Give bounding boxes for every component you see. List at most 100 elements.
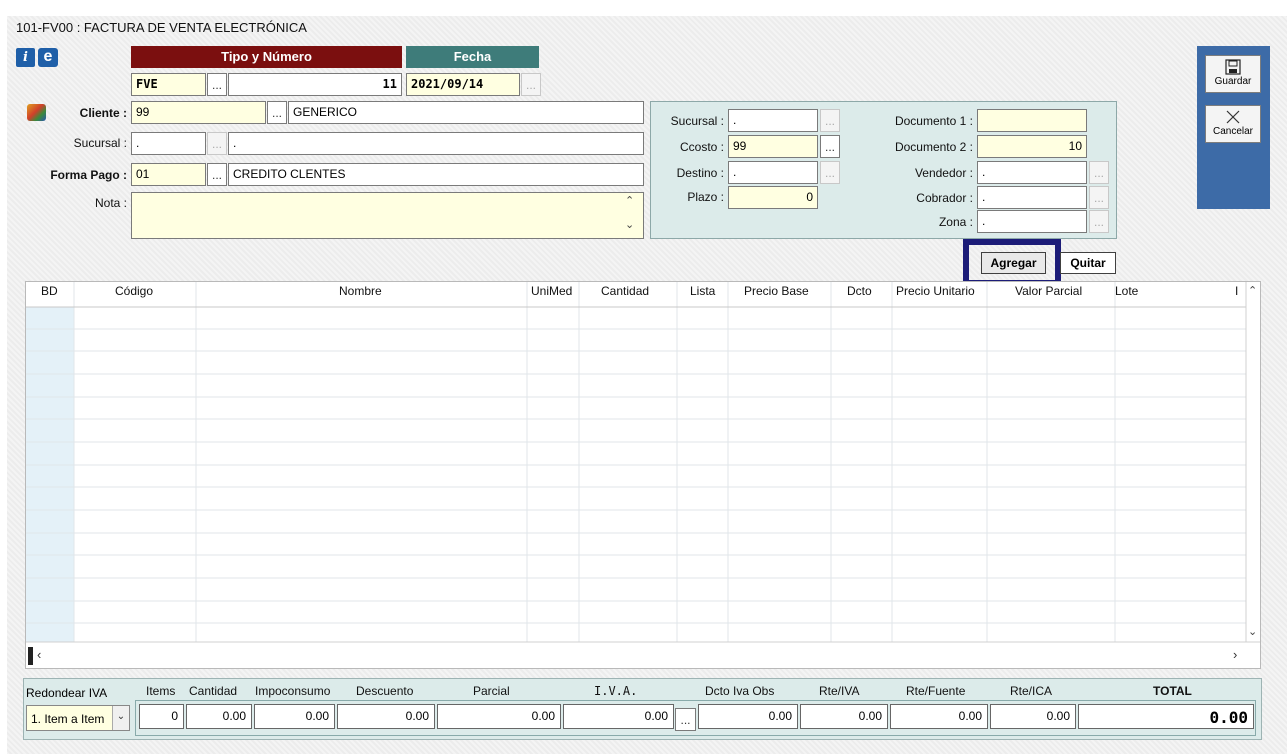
iva-detail-button[interactable]: ...: [675, 708, 696, 731]
guardar-button[interactable]: Guardar: [1205, 55, 1261, 93]
quitar-button[interactable]: Quitar: [1060, 252, 1116, 274]
zona-field[interactable]: .: [977, 210, 1087, 233]
documento2-field[interactable]: 10: [977, 135, 1087, 158]
descuento-value: 0.00: [337, 704, 435, 729]
nota-textarea[interactable]: [131, 192, 644, 239]
hscroll-thumb[interactable]: [28, 647, 33, 665]
col-dcto[interactable]: Dcto: [847, 284, 872, 298]
rte-ica-value: 0.00: [990, 704, 1076, 729]
sucursal-label: Sucursal :: [73, 136, 127, 150]
cobrador-lookup-button[interactable]: ...: [1089, 186, 1109, 209]
cliente-code-field[interactable]: 99: [131, 101, 266, 124]
hscroll-right-icon[interactable]: ›: [1233, 647, 1237, 662]
redondear-iva-value: 1. Item a Item: [31, 712, 105, 726]
sucursal-lookup-button[interactable]: ...: [207, 132, 227, 155]
descuento-header: Descuento: [356, 684, 414, 698]
panel-sucursal-lookup-button[interactable]: ...: [820, 109, 840, 132]
plazo-field[interactable]: 0: [728, 186, 818, 209]
destino-label: Destino :: [676, 166, 724, 180]
forma-pago-code-field[interactable]: 01: [131, 163, 206, 186]
vendedor-lookup-button[interactable]: ...: [1089, 161, 1109, 184]
ccosto-lookup-button[interactable]: ...: [820, 135, 840, 158]
zona-label: Zona :: [938, 215, 973, 229]
plazo-label: Plazo :: [687, 190, 724, 204]
cliente-lookup-button[interactable]: ...: [267, 101, 287, 124]
fecha-header: Fecha: [406, 46, 539, 68]
total-value: 0.00: [1078, 704, 1254, 729]
col-extra[interactable]: I: [1235, 284, 1238, 298]
vscroll-down-icon[interactable]: ⌄: [1248, 625, 1257, 638]
panel-sucursal-field[interactable]: .: [728, 109, 818, 132]
items-grid[interactable]: BD Código Nombre UniMed Cantidad Lista P…: [25, 281, 1261, 669]
parcial-value: 0.00: [437, 704, 561, 729]
info-icon[interactable]: i: [16, 48, 35, 67]
vendedor-label: Vendedor :: [914, 166, 973, 180]
iva-value: 0.00: [563, 704, 674, 729]
redondear-iva-select[interactable]: 1. Item a Item ⌄: [26, 705, 130, 731]
nota-scroll-up-icon[interactable]: ⌃: [625, 194, 634, 207]
hscroll-left-icon[interactable]: ‹: [37, 647, 41, 662]
zona-lookup-button[interactable]: ...: [1089, 210, 1109, 233]
documento2-label: Documento 2 :: [894, 140, 973, 154]
impoconsumo-value: 0.00: [254, 704, 335, 729]
ccosto-field[interactable]: 99: [728, 135, 818, 158]
window-title: 101-FV00 : FACTURA DE VENTA ELECTRÓNICA: [16, 20, 307, 35]
tipo-numero-header: Tipo y Número: [131, 46, 402, 68]
panel-sucursal-label: Sucursal :: [670, 114, 724, 128]
destino-lookup-button[interactable]: ...: [820, 161, 840, 184]
cobrador-label: Cobrador :: [916, 191, 973, 205]
cancelar-label: Cancelar: [1212, 126, 1254, 137]
impoconsumo-header: Impoconsumo: [255, 684, 331, 698]
save-icon: [1225, 59, 1241, 75]
rte-ica-header: Rte/ICA: [1010, 684, 1053, 698]
sucursal-code-field[interactable]: .: [131, 132, 206, 155]
cliente-name-field[interactable]: GENERICO: [288, 101, 644, 124]
fecha-picker-button[interactable]: ...: [521, 73, 541, 96]
col-precio-base[interactable]: Precio Base: [744, 284, 809, 298]
dcto-iva-obs-value: 0.00: [698, 704, 798, 729]
redondear-iva-label: Redondear IVA: [26, 686, 108, 700]
sucursal-name-field[interactable]: .: [228, 132, 644, 155]
items-value: 0: [139, 704, 184, 729]
col-bd[interactable]: BD: [41, 284, 58, 298]
cancel-icon: [1226, 110, 1240, 124]
destino-field[interactable]: .: [728, 161, 818, 184]
agregar-button[interactable]: Agregar: [981, 252, 1046, 274]
rte-fuente-header: Rte/Fuente: [906, 684, 966, 698]
documento1-field[interactable]: [977, 109, 1087, 132]
vendedor-field[interactable]: .: [977, 161, 1087, 184]
tipo-lookup-button[interactable]: ...: [207, 73, 227, 96]
e-icon[interactable]: e: [38, 48, 58, 67]
col-unimed[interactable]: UniMed: [531, 284, 572, 298]
rte-iva-header: Rte/IVA: [819, 684, 860, 698]
cancelar-button[interactable]: Cancelar: [1205, 105, 1261, 143]
dcto-iva-obs-header: Dcto Iva Obs: [705, 684, 775, 698]
col-codigo[interactable]: Código: [115, 284, 153, 298]
tipo-field[interactable]: FVE: [131, 73, 206, 96]
ccosto-label: Ccosto :: [679, 140, 724, 154]
forma-pago-name-field[interactable]: CREDITO CLENTES: [228, 163, 644, 186]
nota-scroll-down-icon[interactable]: ⌄: [625, 218, 634, 231]
cobrador-field[interactable]: .: [977, 186, 1087, 209]
nota-label: Nota :: [94, 196, 127, 210]
total-header: TOTAL: [1153, 684, 1192, 698]
col-precio-unitario[interactable]: Precio Unitario: [896, 284, 975, 298]
rte-iva-value: 0.00: [800, 704, 888, 729]
cliente-label: Cliente :: [79, 106, 127, 120]
col-valor-parcial[interactable]: Valor Parcial: [1015, 284, 1082, 298]
cliente-icon[interactable]: [27, 104, 46, 121]
forma-pago-label: Forma Pago :: [50, 168, 127, 182]
iva-header: I.V.A.: [594, 684, 638, 698]
forma-pago-lookup-button[interactable]: ...: [207, 163, 227, 186]
numero-field[interactable]: 11: [228, 73, 402, 96]
cantidad-header: Cantidad: [189, 684, 238, 698]
fecha-field[interactable]: 2021/09/14: [406, 73, 520, 96]
col-lote[interactable]: Lote: [1115, 284, 1138, 298]
col-cantidad[interactable]: Cantidad: [601, 284, 649, 298]
documento1-label: Documento 1 :: [894, 114, 973, 128]
chevron-down-icon[interactable]: ⌄: [112, 706, 129, 730]
vscroll-up-icon[interactable]: ⌃: [1248, 284, 1257, 297]
col-nombre[interactable]: Nombre: [339, 284, 382, 298]
grid-lines: [26, 282, 1260, 643]
col-lista[interactable]: Lista: [690, 284, 715, 298]
